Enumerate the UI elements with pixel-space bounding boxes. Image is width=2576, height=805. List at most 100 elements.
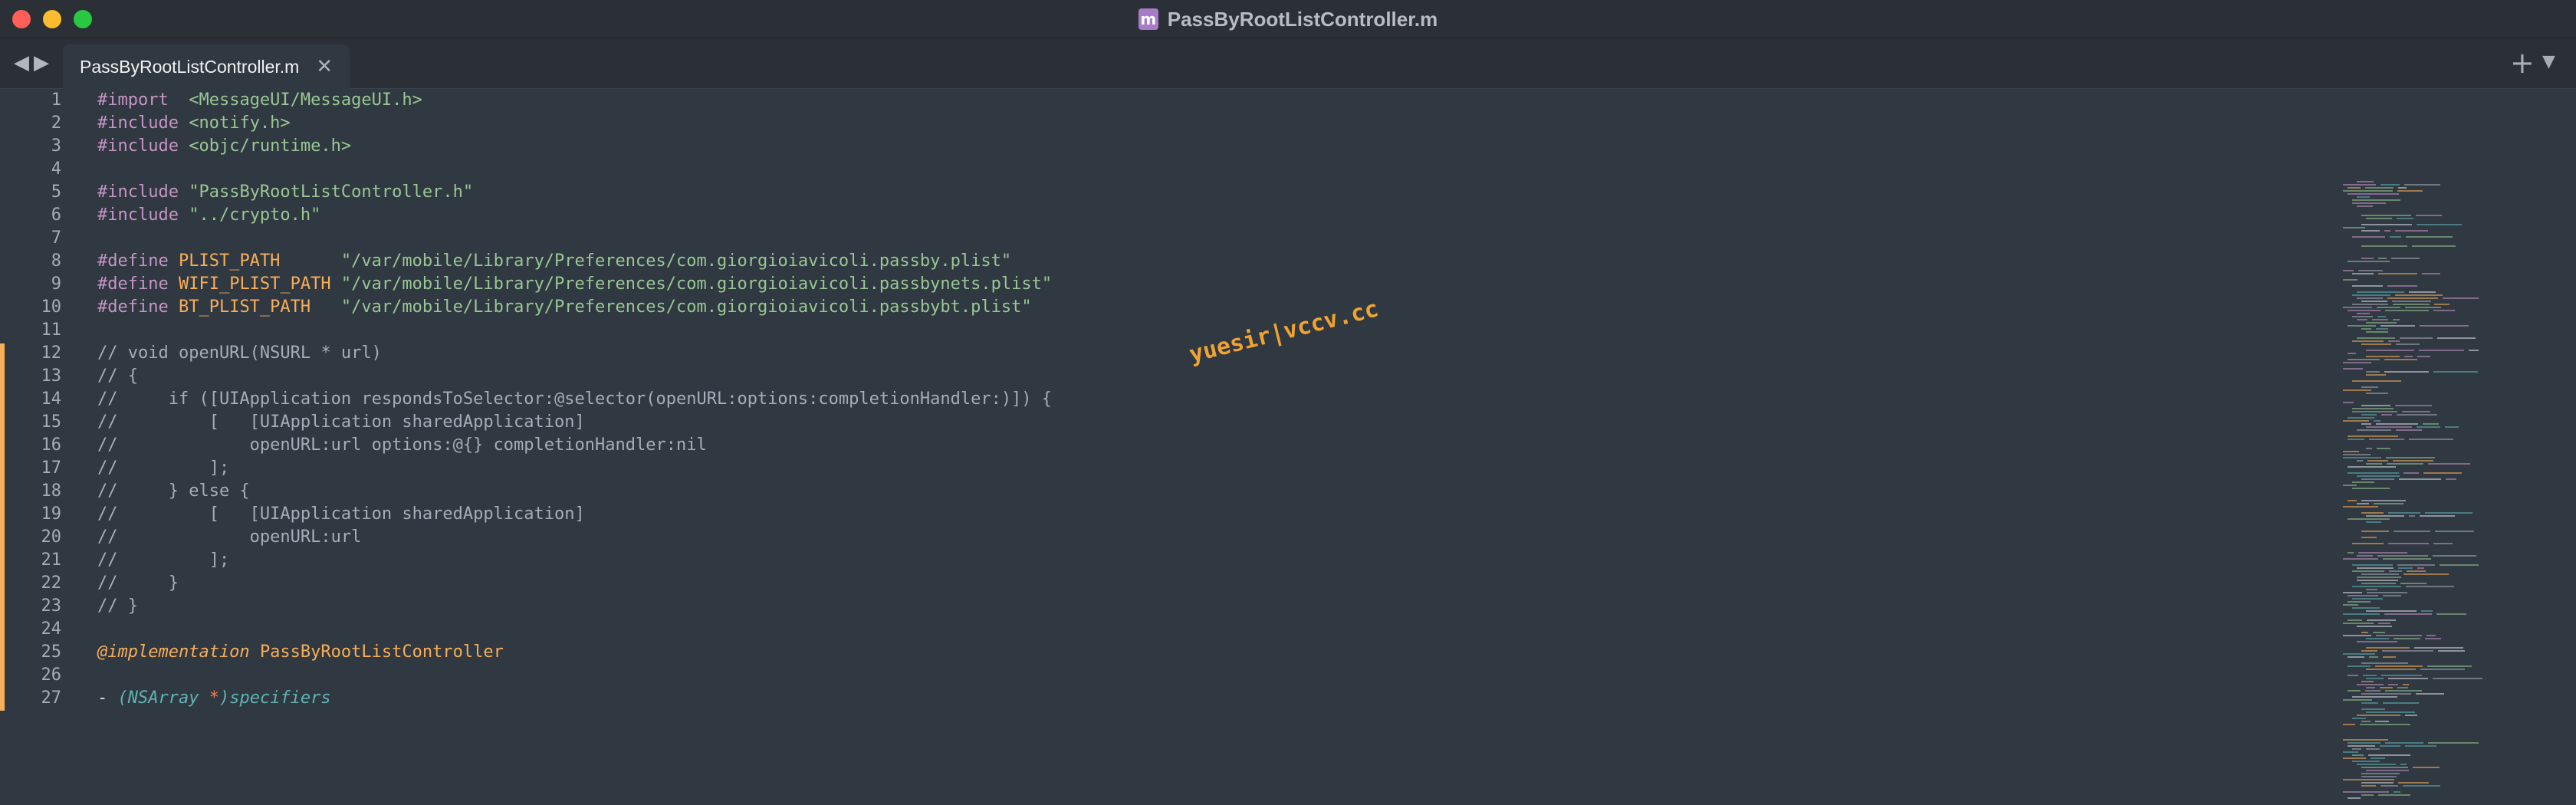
minimap-line bbox=[2361, 224, 2412, 225]
minimap-line bbox=[2348, 359, 2380, 360]
minimap-line bbox=[2387, 297, 2438, 299]
minimap-line bbox=[2384, 359, 2417, 360]
minimap-line bbox=[2348, 466, 2396, 468]
minimap-line bbox=[2404, 472, 2419, 474]
minimap-line bbox=[2361, 343, 2391, 345]
minimap-line bbox=[2352, 718, 2366, 719]
macro-name: PLIST_PATH bbox=[178, 251, 331, 271]
minimap-line bbox=[2366, 711, 2415, 713]
new-tab-plus-icon[interactable]: + bbox=[2510, 46, 2535, 80]
minimap-line bbox=[2387, 463, 2423, 465]
minimap-line bbox=[2357, 503, 2369, 504]
minimap-line bbox=[2368, 754, 2410, 756]
minimap-line bbox=[2343, 451, 2359, 452]
minimap-line bbox=[2385, 310, 2429, 311]
minimap-line bbox=[2348, 619, 2362, 621]
tab-passbyrootlistcontroller[interactable]: PassByRootListController.m ✕ bbox=[63, 44, 350, 89]
minimap-line bbox=[2383, 558, 2431, 560]
minimap-line bbox=[2394, 638, 2420, 639]
minimap-line bbox=[2367, 460, 2388, 462]
minimap-line bbox=[2361, 230, 2380, 232]
line-number: 26 bbox=[41, 665, 62, 685]
minimap-line bbox=[2352, 294, 2390, 296]
minimap-line bbox=[2348, 552, 2354, 554]
minimap-line bbox=[2343, 604, 2358, 606]
minimap-line bbox=[2343, 485, 2357, 486]
line-number: 21 bbox=[41, 550, 62, 570]
minimap-line bbox=[2390, 236, 2401, 238]
minimap-line bbox=[2348, 797, 2361, 799]
objc-file-icon: m bbox=[1138, 8, 1158, 30]
minimap-line bbox=[2357, 580, 2398, 581]
minimap-line bbox=[2343, 362, 2371, 363]
minimap-line bbox=[2419, 350, 2464, 351]
minimap-line bbox=[2374, 503, 2404, 504]
line-number: 16 bbox=[41, 435, 62, 455]
minimap-line bbox=[2352, 340, 2384, 342]
minimap-line bbox=[2348, 690, 2361, 692]
line-number: 3 bbox=[51, 136, 61, 156]
minimap-line bbox=[2409, 291, 2436, 293]
line-number: 24 bbox=[41, 619, 62, 639]
minimap-line bbox=[2366, 393, 2388, 394]
minimap-line bbox=[2366, 356, 2400, 357]
minimap-line bbox=[2427, 665, 2472, 667]
minimap-line bbox=[2361, 301, 2387, 302]
minimap-line bbox=[2343, 270, 2354, 271]
minimap-line bbox=[2343, 653, 2375, 655]
minimap-line bbox=[2400, 337, 2433, 339]
code-line: #define PLIST_PATH "/var/mobile/Library/… bbox=[97, 250, 1052, 273]
minimap-line bbox=[2420, 515, 2455, 517]
minimap-line bbox=[2393, 304, 2430, 305]
class-name: PassByRootListController bbox=[259, 642, 504, 662]
code-text[interactable]: #import <MessageUI/MessageUI.h> #include… bbox=[97, 89, 1052, 710]
minimap-line bbox=[2422, 273, 2440, 274]
minimap-line bbox=[2406, 586, 2454, 587]
minimap-line bbox=[2357, 626, 2392, 627]
minimap-line bbox=[2343, 279, 2358, 281]
minimap-line bbox=[2372, 319, 2388, 320]
minimap-line bbox=[2387, 285, 2417, 287]
macro-name: BT_PLIST_PATH bbox=[178, 297, 331, 317]
minimap-line bbox=[2366, 521, 2381, 523]
minimap-line bbox=[2361, 405, 2390, 406]
minimap-line bbox=[2397, 414, 2437, 416]
line-number: 4 bbox=[51, 159, 61, 179]
close-tab-icon[interactable]: ✕ bbox=[316, 55, 333, 78]
forward-arrow-icon[interactable]: ▶ bbox=[34, 51, 49, 74]
minimap-line bbox=[2361, 537, 2377, 538]
minimap-line bbox=[2352, 411, 2397, 412]
minimap-line bbox=[2348, 439, 2364, 440]
line-number: 5 bbox=[51, 182, 61, 202]
minimap-line bbox=[2409, 515, 2415, 517]
code-editor[interactable]: 1 2 3 4 5 6 7 8 9 10 11 12 13 14 15 16 1… bbox=[0, 89, 2576, 799]
minimap-line bbox=[2366, 647, 2410, 649]
comment-line: // [ [UIApplication sharedApplication] bbox=[97, 412, 585, 432]
back-arrow-icon[interactable]: ◀ bbox=[14, 51, 29, 74]
minimap-line bbox=[2433, 310, 2455, 311]
include-path: "PassByRootListController.h" bbox=[189, 182, 474, 202]
minimap-line bbox=[2386, 457, 2435, 458]
minimap-line bbox=[2428, 463, 2470, 465]
minimap-line bbox=[2446, 478, 2456, 480]
minimap-line bbox=[2348, 325, 2376, 327]
minimap-line bbox=[2343, 791, 2389, 793]
minimap-line bbox=[2361, 650, 2377, 652]
string-literal: "/var/mobile/Library/Preferences/com.gio… bbox=[340, 251, 1012, 271]
minimap-line bbox=[2352, 236, 2385, 238]
title-bar: m PassByRootListController.m bbox=[0, 0, 2576, 38]
comment-line: // openURL:url bbox=[97, 527, 362, 547]
minimap-line bbox=[2396, 429, 2422, 431]
minimap-line bbox=[2397, 564, 2435, 566]
minimap-line bbox=[2469, 350, 2479, 351]
method-signature: )specifiers bbox=[219, 688, 331, 708]
minimap-line bbox=[2380, 184, 2400, 186]
minimap-line bbox=[2367, 619, 2396, 621]
minimap-line bbox=[2380, 785, 2398, 787]
tab-menu-chevron-icon[interactable]: ▼ bbox=[2542, 52, 2555, 71]
minimap-line bbox=[2343, 724, 2355, 725]
minimap[interactable] bbox=[2338, 178, 2568, 805]
minimap-line bbox=[2366, 687, 2375, 688]
minimap-line bbox=[2352, 586, 2401, 587]
